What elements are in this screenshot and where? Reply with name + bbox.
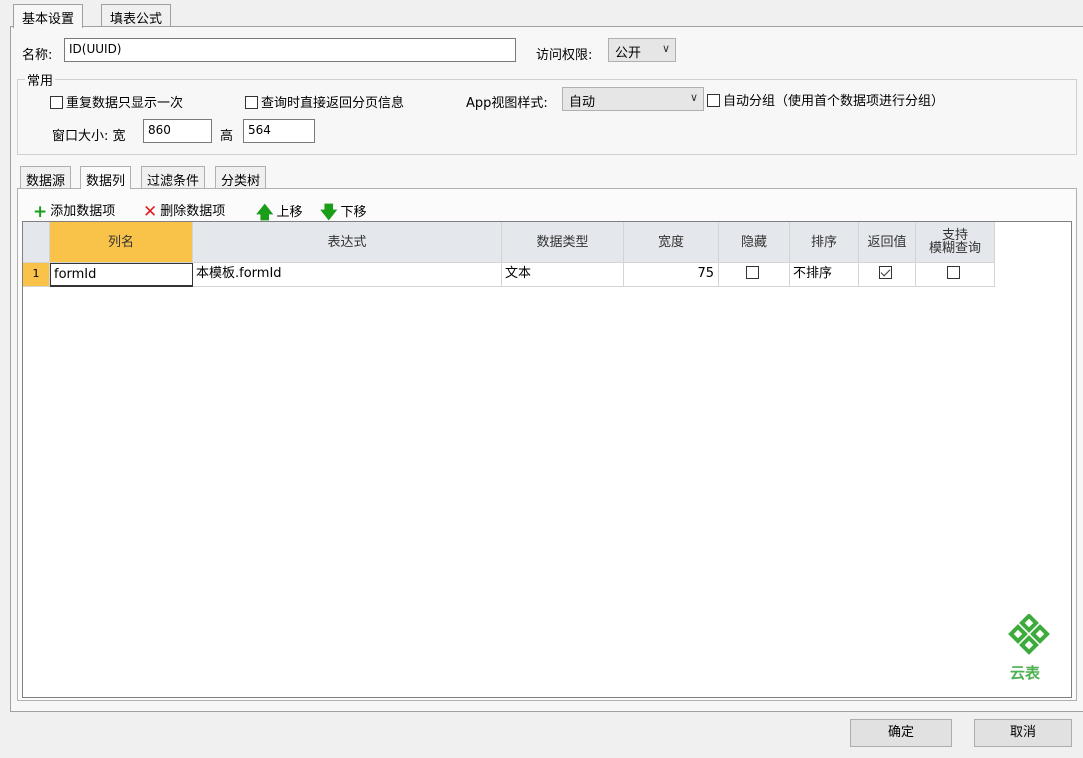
access-select[interactable]: 公开 ∨ [608,38,676,62]
tab-label: 过滤条件 [147,174,200,189]
add-item-button[interactable]: + 添加数据项 [33,200,115,222]
checkbox-label: 查询时直接返回分页信息 [261,96,405,111]
auto-group-checkbox[interactable]: 自动分组（使用首个数据项进行分组） [707,90,944,109]
return-page-info-checkbox[interactable]: 查询时直接返回分页信息 [245,92,404,111]
ok-button[interactable]: 确定 [850,719,952,747]
button-label: 上移 [276,205,303,220]
tab-label: 填表公式 [110,12,163,27]
cell-fuzzy-query[interactable] [916,263,995,287]
cell-data-type[interactable]: 文本 [502,263,624,287]
subtab-columns[interactable]: 数据列 [80,166,132,189]
window-size-label: 窗口大小: 宽 [52,129,126,144]
plus-icon: + [33,202,48,222]
subtab-filter[interactable]: 过滤条件 [141,166,206,189]
return-value-checkbox[interactable] [879,266,892,279]
app-view-select[interactable]: 自动 ∨ [562,87,704,111]
button-label: 下移 [340,205,367,220]
checkbox-icon [245,96,258,109]
app-view-value: 自动 [569,95,596,110]
header-hidden[interactable]: 隐藏 [719,222,790,263]
tab-label: 数据列 [86,174,126,189]
tab-label: 分类树 [221,174,261,189]
checkbox-label: 自动分组（使用首个数据项进行分组） [723,94,945,109]
button-label: 添加数据项 [50,204,116,219]
subtab-category-tree[interactable]: 分类树 [215,166,267,189]
window-height-input[interactable]: 564 [243,119,315,143]
height-label: 高 [220,129,234,144]
arrow-up-icon: 🡅 [256,203,274,223]
checkbox-icon [50,96,63,109]
cancel-button[interactable]: 取消 [974,719,1072,747]
tab-basic-settings[interactable]: 基本设置 [13,4,84,28]
access-value: 公开 [615,46,642,61]
row-header-corner [23,222,50,263]
name-label: 名称: [22,48,53,63]
columns-grid: 列名 表达式 数据类型 宽度 隐藏 排序 返回值 支持 模糊查询 1 formI… [22,221,1072,698]
header-line: 模糊查询 [928,241,981,256]
header-fuzzy-query[interactable]: 支持 模糊查询 [916,222,995,263]
cell-expression[interactable]: 本模板.formId [193,263,502,287]
fuzzy-query-checkbox[interactable] [947,266,960,279]
tab-label: 数据源 [26,174,66,189]
close-icon: ✕ [143,202,158,222]
tab-fill-formula[interactable]: 填表公式 [101,4,172,27]
button-label: 删除数据项 [160,204,226,219]
header-return-value[interactable]: 返回值 [859,222,916,263]
header-sort[interactable]: 排序 [790,222,859,263]
cell-sort[interactable]: 不排序 [790,263,859,287]
app-view-label: App视图样式: [466,96,548,111]
header-width[interactable]: 宽度 [624,222,719,263]
cell-hidden[interactable] [719,263,790,287]
hidden-checkbox[interactable] [746,266,759,279]
header-col-name[interactable]: 列名 [50,222,193,263]
cell-width[interactable]: 75 [624,263,719,287]
repeat-once-checkbox[interactable]: 重复数据只显示一次 [50,92,183,111]
yunbiao-logo-icon [1008,614,1050,655]
access-label: 访问权限: [536,48,593,63]
chevron-down-icon: ∨ [661,42,670,55]
common-group-title: 常用 [25,70,56,89]
cell-col-name[interactable]: formId [50,263,193,287]
row-number: 1 [23,263,50,287]
header-data-type[interactable]: 数据类型 [502,222,624,263]
checkbox-label: 重复数据只显示一次 [66,96,184,111]
header-expression[interactable]: 表达式 [193,222,502,263]
window-width-input[interactable]: 860 [143,119,212,143]
delete-item-button[interactable]: ✕ 删除数据项 [143,200,225,222]
cell-return-value[interactable] [859,263,916,287]
chevron-down-icon: ∨ [689,91,698,104]
subtab-datasource[interactable]: 数据源 [20,166,72,189]
name-input[interactable]: ID(UUID) [64,38,516,62]
logo-text: 云表 [1010,664,1041,682]
arrow-down-icon: 🡇 [320,203,338,223]
checkbox-icon [707,94,720,107]
tab-label: 基本设置 [22,12,75,27]
